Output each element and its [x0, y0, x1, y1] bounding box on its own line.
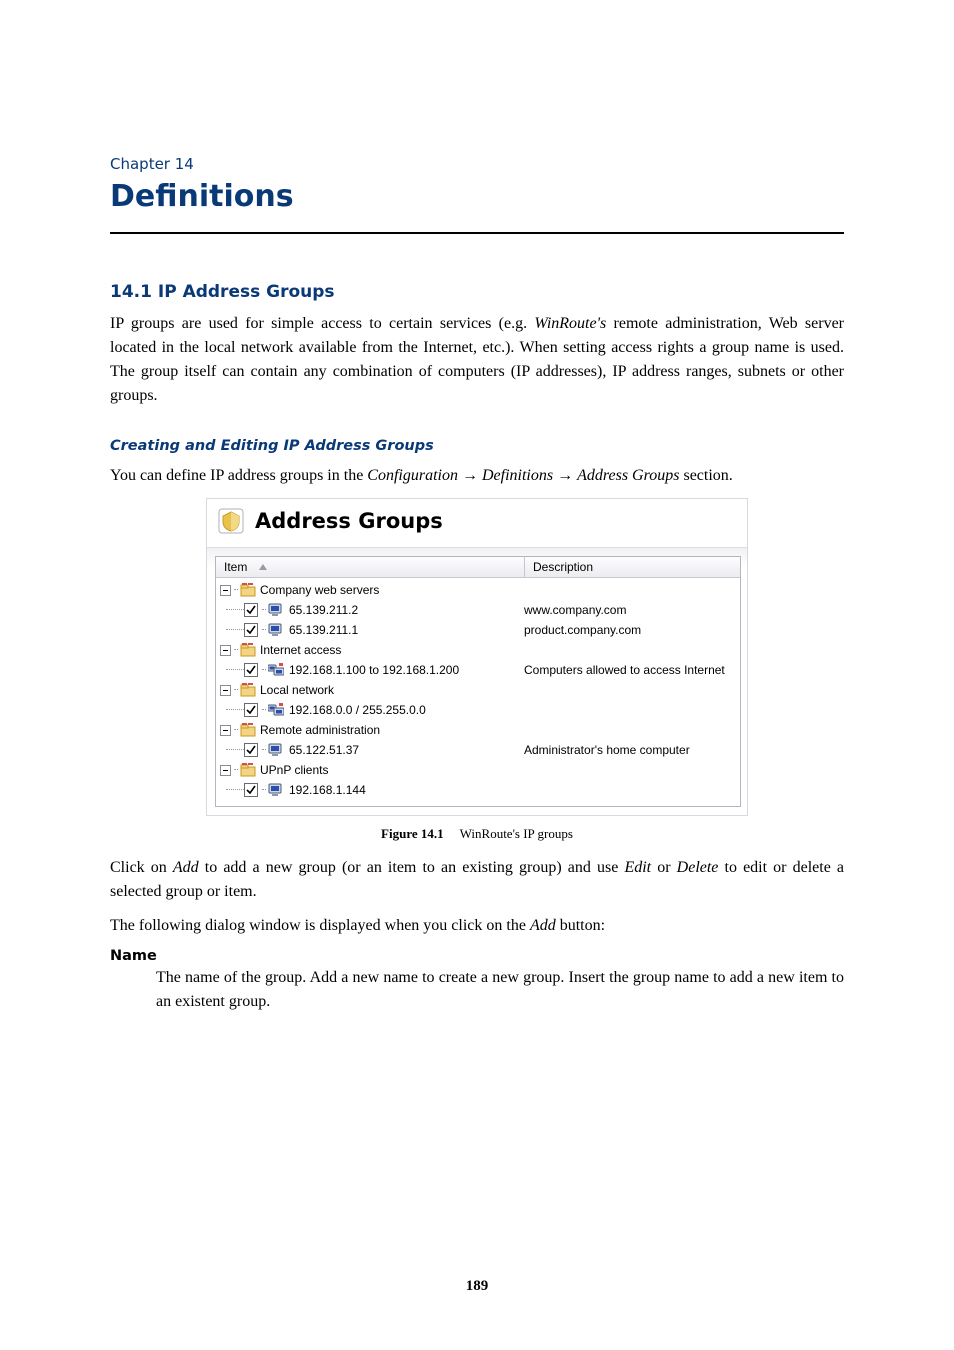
tree-collapse-icon[interactable] [220, 585, 231, 596]
column-header-item[interactable]: Item [216, 557, 525, 577]
item-label: 192.168.1.100 to 192.168.1.200 [289, 663, 459, 677]
tree-collapse-icon[interactable] [220, 645, 231, 656]
pf-add: Add [173, 859, 199, 876]
title-rule [110, 232, 844, 234]
pf-or: or [651, 859, 677, 876]
item-label: 65.122.51.37 [289, 743, 359, 757]
address-groups-table: Item Description Company web servers 65.1… [215, 556, 741, 807]
figure-caption: Figure 14.1 WinRoute's IP groups [110, 826, 844, 842]
item-label: 65.139.211.1 [289, 623, 358, 637]
item-checkbox[interactable] [244, 783, 258, 797]
ip-range-icon [268, 663, 284, 677]
group-row[interactable]: Internet access [216, 640, 740, 660]
page-number: 189 [0, 1278, 954, 1295]
term-description: The name of the group. Add a new name to… [156, 966, 844, 1014]
dialog-intro-paragraph: The following dialog window is displayed… [110, 914, 844, 938]
item-description: www.company.com [520, 603, 740, 617]
chapter-title: Definitions [110, 179, 844, 214]
group-folder-icon [240, 643, 256, 657]
tree-collapse-icon[interactable] [220, 725, 231, 736]
pf-delete: Delete [677, 859, 719, 876]
column-item-label: Item [224, 560, 247, 574]
group-row[interactable]: Remote administration [216, 720, 740, 740]
table-header-row: Item Description [216, 557, 740, 578]
column-header-description[interactable]: Description [525, 557, 740, 577]
pf-pre: Click on [110, 859, 173, 876]
panel-title: Address Groups [255, 509, 443, 533]
panel-body: Item Description Company web servers 65.1… [207, 548, 747, 815]
item-label: 192.168.1.144 [289, 783, 366, 797]
intro-paragraph: IP groups are used for simple access to … [110, 312, 844, 408]
group-folder-icon [240, 723, 256, 737]
subsection-title: Creating and Editing IP Address Groups [110, 438, 844, 454]
tree-collapse-icon[interactable] [220, 765, 231, 776]
item-description: product.company.com [520, 623, 740, 637]
dlg-add: Add [530, 917, 556, 934]
tree-collapse-icon[interactable] [220, 685, 231, 696]
group-item-row[interactable]: 65.139.211.1 product.company.com [216, 620, 740, 640]
host-icon [268, 623, 284, 637]
nav-definitions: Definitions [482, 467, 553, 484]
chapter-label: Chapter 14 [110, 155, 844, 173]
panel-header: Address Groups [207, 499, 747, 548]
group-name: Internet access [260, 643, 341, 657]
intro-winroute-italic: WinRoute's [534, 315, 606, 332]
group-row[interactable]: Company web servers [216, 580, 740, 600]
group-item-row[interactable]: 192.168.1.100 to 192.168.1.200 Computers … [216, 660, 740, 680]
host-icon [268, 783, 284, 797]
figure-14-1: Address Groups Item Description Company … [110, 498, 844, 842]
intro-text-pre: IP groups are used for simple access to … [110, 315, 534, 332]
group-item-row[interactable]: 192.168.1.144 [216, 780, 740, 800]
host-icon [268, 743, 284, 757]
group-name: UPnP clients [260, 763, 328, 777]
sort-ascending-icon [259, 564, 267, 570]
page: Chapter 14 Definitions 14.1 IP Address G… [0, 0, 954, 1350]
host-icon [268, 603, 284, 617]
group-name: Local network [260, 683, 334, 697]
item-description: Administrator's home computer [520, 743, 740, 757]
group-folder-icon [240, 683, 256, 697]
subnet-icon [268, 703, 284, 717]
dlg-post: button: [556, 917, 605, 934]
group-item-row[interactable]: 65.139.211.2 www.company.com [216, 600, 740, 620]
group-name: Remote administration [260, 723, 380, 737]
nav-address-groups: Address Groups [577, 467, 679, 484]
address-groups-panel: Address Groups Item Description Company … [206, 498, 748, 816]
nav-pre: You can define IP address groups in the [110, 467, 367, 484]
nav-paragraph: You can define IP address groups in the … [110, 464, 844, 488]
table-body: Company web servers 65.139.211.2 www.compa… [216, 578, 740, 806]
item-description: Computers allowed to access Internet [520, 663, 740, 677]
column-desc-label: Description [533, 560, 593, 574]
group-row[interactable]: Local network [216, 680, 740, 700]
dlg-pre: The following dialog window is displayed… [110, 917, 530, 934]
item-label: 192.168.0.0 / 255.255.0.0 [289, 703, 426, 717]
nav-configuration: Configuration [367, 467, 458, 484]
group-item-row[interactable]: 65.122.51.37 Administrator's home compute… [216, 740, 740, 760]
item-checkbox[interactable] [244, 663, 258, 677]
pf-edit: Edit [624, 859, 651, 876]
pf-mid1: to add a new group (or an item to an exi… [199, 859, 625, 876]
nav-post: section. [679, 467, 732, 484]
figure-caption-lead: Figure 14.1 [381, 826, 444, 841]
item-checkbox[interactable] [244, 603, 258, 617]
panel-logo-icon [217, 507, 245, 535]
term-name: Name [110, 948, 844, 964]
item-checkbox[interactable] [244, 743, 258, 757]
nav-arrow-1: → [458, 467, 482, 484]
item-checkbox[interactable] [244, 623, 258, 637]
nav-arrow-2: → [553, 467, 577, 484]
post-figure-paragraph: Click on Add to add a new group (or an i… [110, 856, 844, 904]
group-item-row[interactable]: 192.168.0.0 / 255.255.0.0 [216, 700, 740, 720]
group-folder-icon [240, 763, 256, 777]
group-name: Company web servers [260, 583, 379, 597]
figure-caption-text: WinRoute's IP groups [460, 826, 573, 841]
group-row[interactable]: UPnP clients [216, 760, 740, 780]
section-title: 14.1 IP Address Groups [110, 282, 844, 302]
item-checkbox[interactable] [244, 703, 258, 717]
item-label: 65.139.211.2 [289, 603, 358, 617]
figure-caption-sep [447, 826, 457, 841]
group-folder-icon [240, 583, 256, 597]
